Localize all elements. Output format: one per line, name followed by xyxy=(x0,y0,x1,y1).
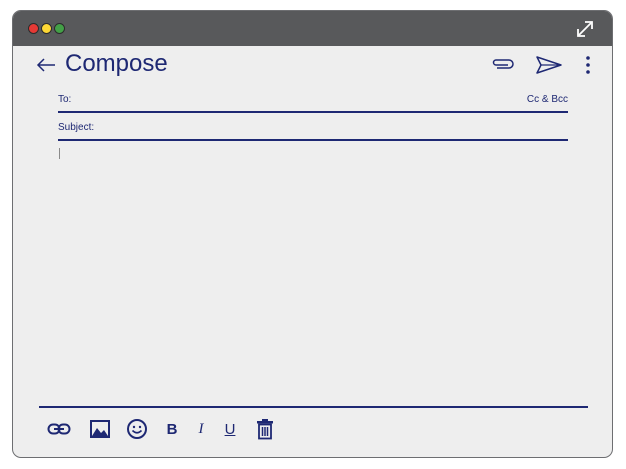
bold-button[interactable]: B xyxy=(165,417,179,441)
zoom-window-button[interactable] xyxy=(54,23,65,34)
image-icon[interactable] xyxy=(89,417,111,441)
compose-window: Compose To: Cc & Bcc Subject: B I U xyxy=(12,10,613,458)
to-field-underline xyxy=(58,111,568,113)
expand-icon[interactable] xyxy=(574,18,596,40)
trash-icon[interactable] xyxy=(255,417,275,441)
more-vert-icon[interactable] xyxy=(583,53,593,77)
subject-field-underline xyxy=(58,139,568,141)
attachment-icon[interactable] xyxy=(489,56,517,72)
to-field-label[interactable]: To: xyxy=(58,94,71,105)
title-bar xyxy=(13,11,612,46)
minimize-window-button[interactable] xyxy=(41,23,52,34)
emoji-icon[interactable] xyxy=(126,417,148,441)
body-text-cursor[interactable] xyxy=(59,148,60,159)
italic-button[interactable]: I xyxy=(196,417,206,441)
link-icon[interactable] xyxy=(47,417,71,441)
back-arrow-icon[interactable] xyxy=(35,56,57,74)
close-window-button[interactable] xyxy=(28,23,39,34)
toolbar-divider xyxy=(39,406,588,408)
send-icon[interactable] xyxy=(535,54,563,76)
page-title: Compose xyxy=(65,50,168,77)
subject-field-label[interactable]: Subject: xyxy=(58,122,94,133)
cc-bcc-link[interactable]: Cc & Bcc xyxy=(527,94,568,105)
underline-button[interactable]: U xyxy=(223,417,237,441)
